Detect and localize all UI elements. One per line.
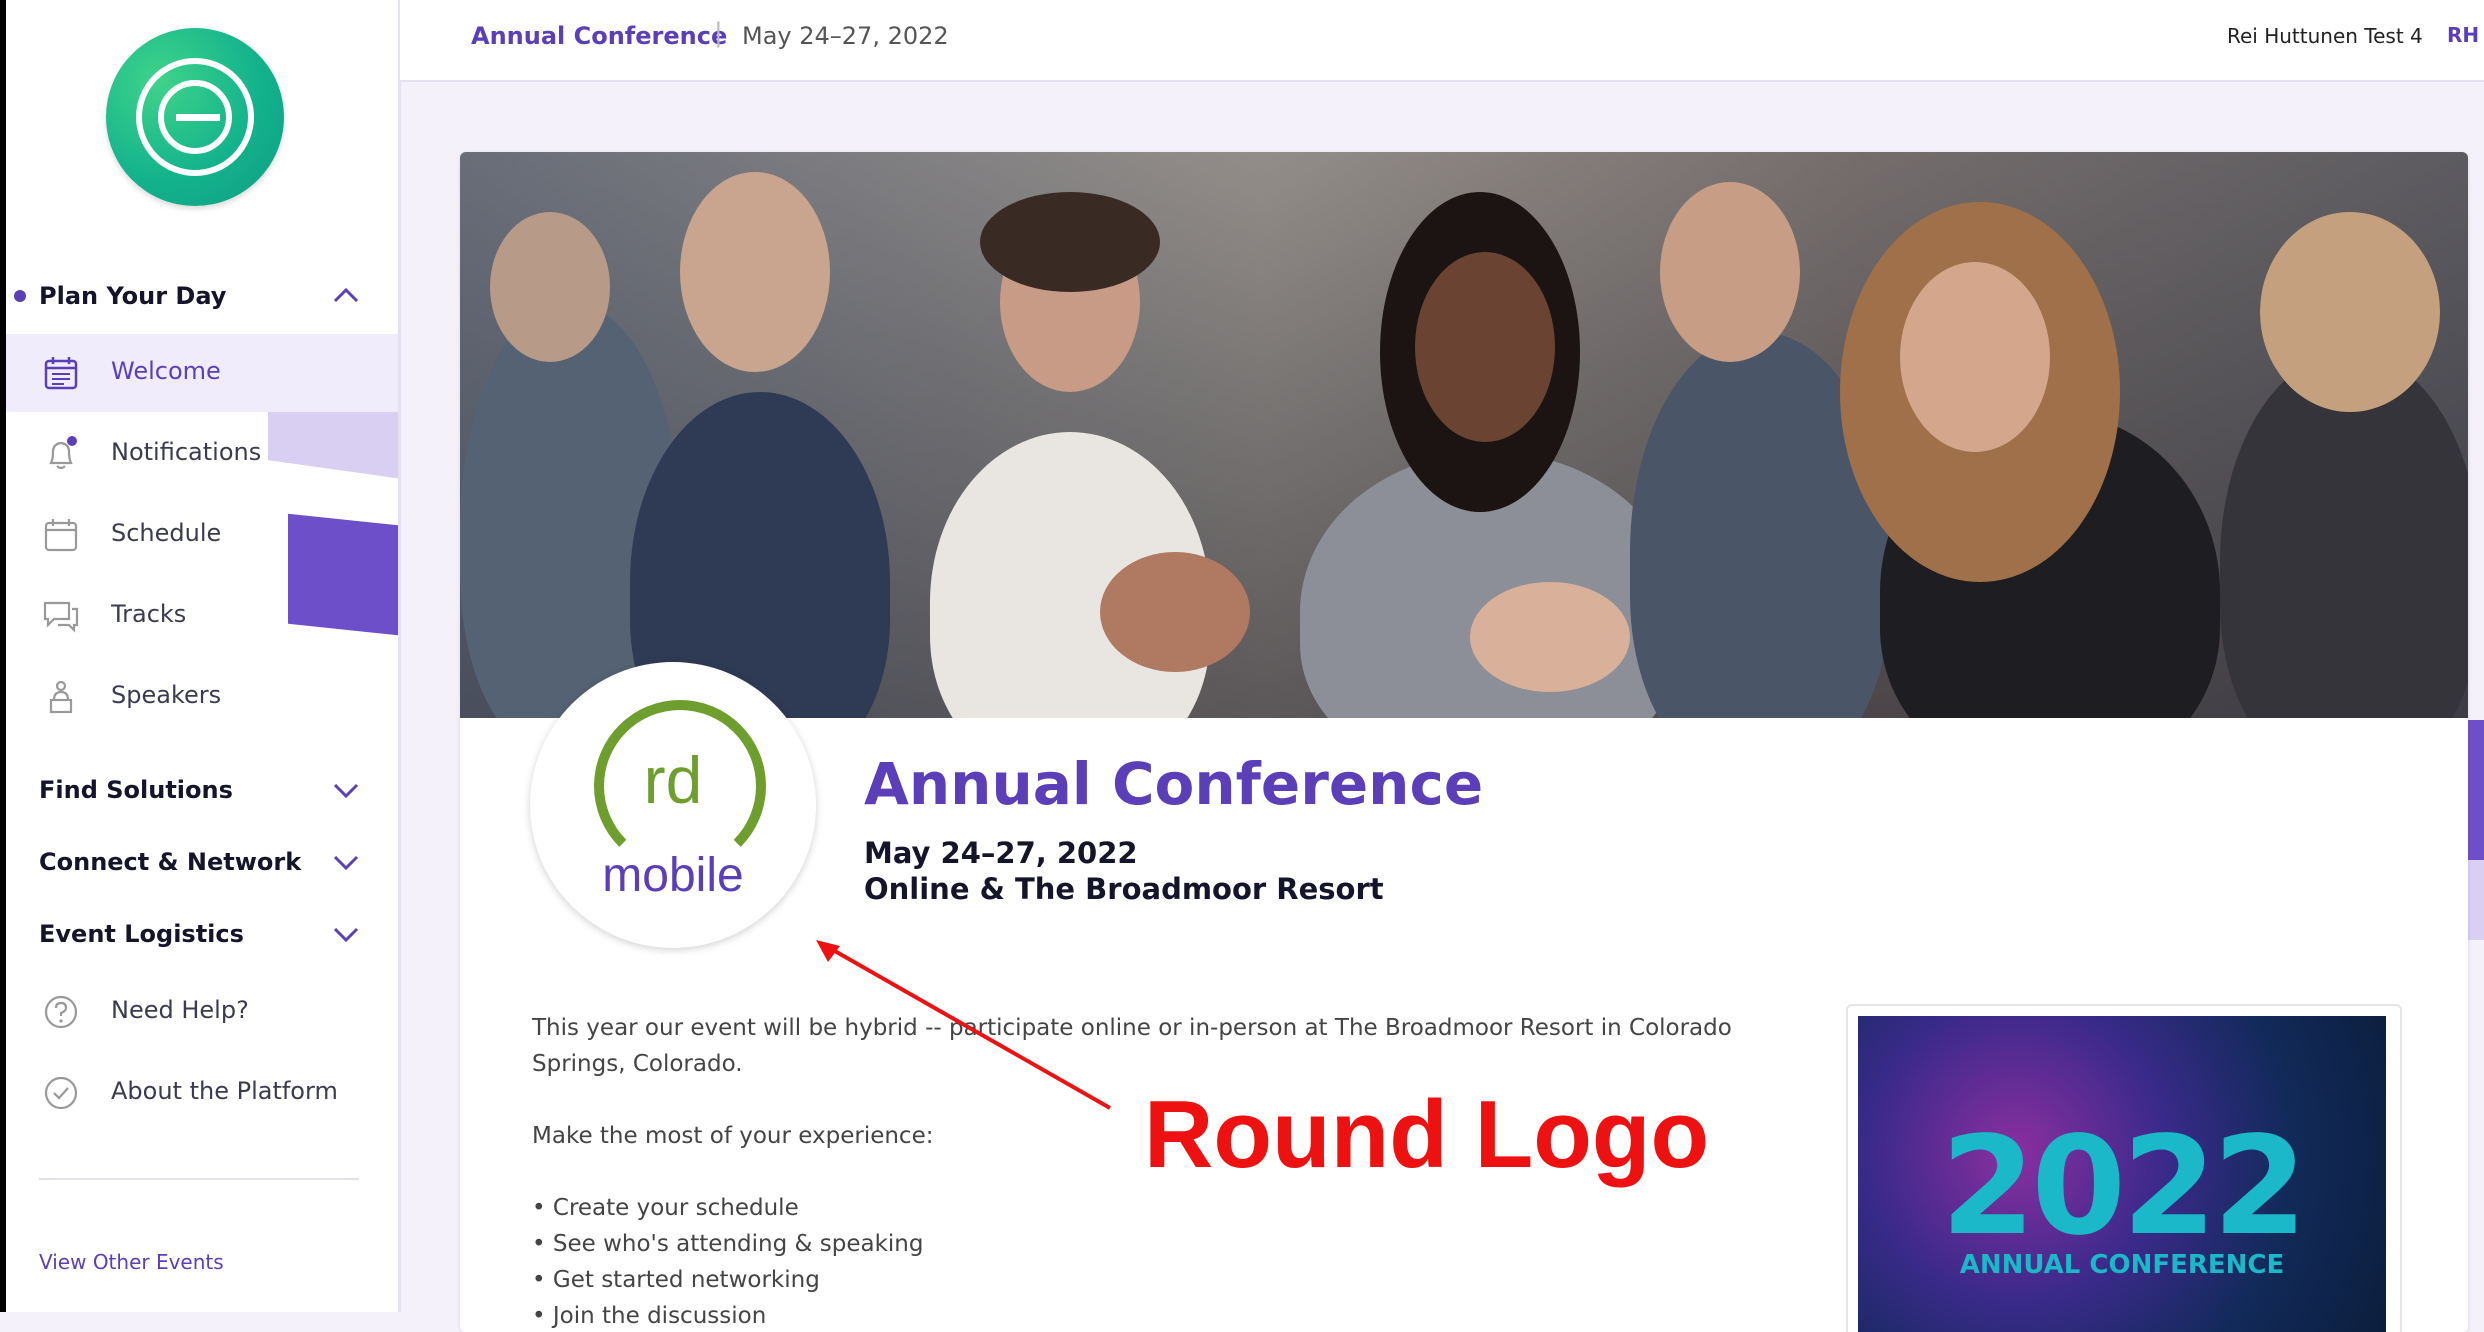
annotation-arrow — [816, 940, 1111, 1110]
event-dates: May 24–27, 2022 — [864, 836, 1138, 870]
question-icon — [44, 995, 78, 1029]
promo-image-frame: 2022 ANNUAL CONFERENCE — [1846, 1004, 2402, 1332]
list-item: Create your schedule — [532, 1190, 1772, 1226]
chevron-down-icon[interactable] — [329, 845, 363, 879]
chevron-down-icon[interactable] — [329, 773, 363, 807]
promo-year: 2022 — [1940, 1108, 2308, 1266]
section-label: Connect & Network — [39, 848, 302, 876]
side-decoration — [2468, 860, 2484, 940]
header-event-name[interactable]: Annual Conference — [471, 22, 727, 50]
side-decoration — [2468, 720, 2484, 860]
sidebar-section-connect-network[interactable]: Connect & Network — [6, 832, 398, 892]
sidebar-item-notifications[interactable]: Notifications — [6, 415, 398, 493]
sidebar-item-tracks[interactable]: Tracks — [6, 577, 398, 655]
chevron-down-icon[interactable] — [329, 917, 363, 951]
header-separator: | — [714, 18, 723, 48]
active-section-dot — [14, 290, 26, 302]
conference-promo-image: 2022 ANNUAL CONFERENCE — [1858, 1016, 2386, 1332]
event-venue: Online & The Broadmoor Resort — [864, 872, 1384, 906]
annotation-label: Round Logo — [1144, 1081, 1710, 1188]
sidebar-item-need-help[interactable]: Need Help? — [6, 973, 398, 1051]
sidebar-section-plan-your-day[interactable]: Plan Your Day — [6, 266, 398, 326]
logo-text-bottom: mobile — [602, 849, 744, 902]
logo-text-top: rd — [643, 743, 703, 817]
sidebar-item-label: Need Help? — [111, 996, 249, 1024]
user-name[interactable]: Rei Huttunen Test 4 — [2227, 24, 2423, 48]
sidebar-item-label: Schedule — [111, 519, 222, 547]
check-circle-icon — [44, 1076, 78, 1110]
list-item: See who's attending & speaking — [532, 1226, 1772, 1262]
sidebar-item-about-platform[interactable]: About the Platform — [6, 1054, 398, 1132]
sidebar-divider — [39, 1178, 359, 1180]
event-round-logo: rd mobile — [530, 662, 816, 948]
speaker-podium-icon — [49, 680, 73, 714]
intro-paragraph: This year our event will be hybrid -- pa… — [532, 1015, 1732, 1077]
event-title: Annual Conference — [864, 750, 1484, 818]
sidebar-item-speakers[interactable]: Speakers — [6, 658, 398, 736]
feature-list: Create your schedule See who's attending… — [532, 1190, 1772, 1332]
view-other-events-link[interactable]: View Other Events — [39, 1250, 224, 1274]
sidebar-item-label: About the Platform — [111, 1077, 338, 1105]
sidebar-item-schedule[interactable]: Schedule — [6, 496, 398, 574]
calendar-icon — [44, 519, 78, 552]
sidebar-item-label: Notifications — [111, 438, 262, 466]
chevron-up-icon[interactable] — [329, 279, 363, 313]
platform-logo[interactable] — [106, 28, 284, 206]
sidebar-item-label: Welcome — [111, 357, 221, 385]
sidebar-item-label: Tracks — [111, 600, 187, 628]
sidebar-item-label: Speakers — [111, 681, 222, 709]
user-avatar[interactable]: RH — [2447, 23, 2479, 47]
header-event-dates: May 24–27, 2022 — [742, 22, 949, 50]
calendar-list-icon — [44, 357, 78, 390]
section-label: Event Logistics — [39, 920, 244, 948]
sidebar-section-find-solutions[interactable]: Find Solutions — [6, 760, 398, 820]
list-item: Get started networking — [532, 1262, 1772, 1298]
bell-icon — [49, 436, 77, 470]
list-item: Join the discussion — [532, 1298, 1772, 1332]
sidebar-item-welcome[interactable]: Welcome — [6, 334, 398, 412]
chat-bubbles-icon — [43, 601, 79, 633]
sidebar-section-event-logistics[interactable]: Event Logistics — [6, 904, 398, 964]
top-bar: Annual Conference | May 24–27, 2022 Rei … — [400, 0, 2484, 82]
sidebar: Plan Your Day Welcome Notifications Sche… — [6, 0, 401, 1312]
hero-banner-image — [460, 152, 2468, 718]
section-label: Find Solutions — [39, 776, 233, 804]
promo-subtitle: ANNUAL CONFERENCE — [1959, 1250, 2285, 1280]
section-label: Plan Your Day — [39, 282, 227, 310]
